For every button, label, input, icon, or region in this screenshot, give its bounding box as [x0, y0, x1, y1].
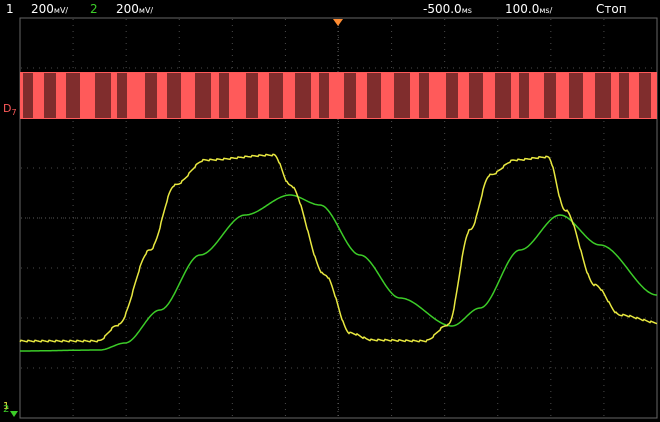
digital-bus-background [20, 72, 657, 119]
trigger-position-marker[interactable] [333, 19, 343, 26]
digital-channel-label[interactable]: D7 [3, 102, 17, 117]
ground-arrow-icon [10, 411, 18, 417]
ground-marker[interactable]: 1 2 [3, 401, 18, 417]
ch2-ground-marker: 2 [3, 404, 9, 415]
digital-channel-number: 7 [11, 108, 17, 118]
waveform-display[interactable]: 1 2 [0, 0, 660, 422]
